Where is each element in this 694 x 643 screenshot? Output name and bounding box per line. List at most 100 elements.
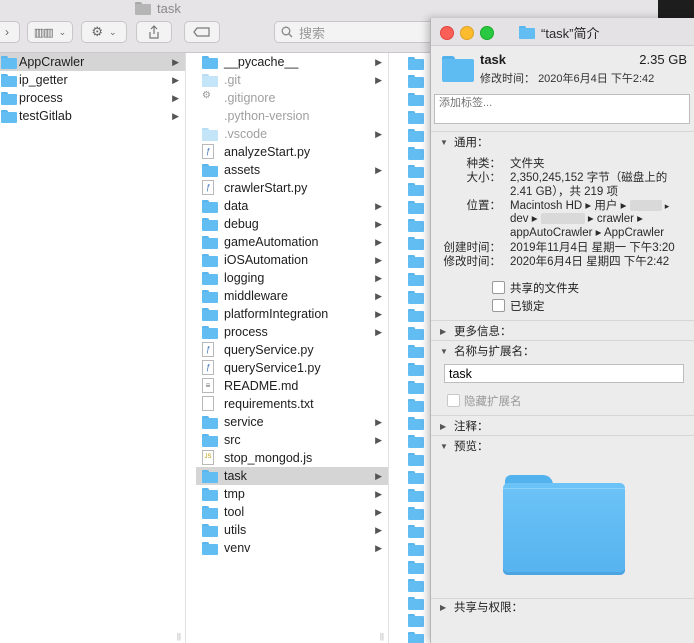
folder-row[interactable]: venv ▶ <box>196 539 388 557</box>
zoom-window-button[interactable] <box>480 26 494 40</box>
folder-icon <box>408 632 424 643</box>
folder-icon <box>408 525 424 538</box>
folder-row[interactable]: src ▶ <box>196 431 388 449</box>
redacted-username <box>629 200 662 212</box>
folder-icon <box>408 471 424 484</box>
file-row[interactable]: JS stop_mongod.js <box>196 449 388 467</box>
folder-icon <box>408 255 424 268</box>
folder-row[interactable]: service ▶ <box>196 413 388 431</box>
folder-row[interactable]: middleware ▶ <box>196 287 388 305</box>
folder-icon <box>408 273 424 286</box>
folder-row[interactable]: ip_getter ▶ <box>0 71 185 89</box>
folder-row[interactable]: __pycache__ ▶ <box>196 53 388 71</box>
folder-row[interactable]: .git ▶ <box>196 71 388 89</box>
row-label: logging <box>224 271 265 285</box>
row-label: crawlerStart.py <box>224 181 308 195</box>
folder-row[interactable]: process ▶ <box>196 323 388 341</box>
folder-row[interactable]: testGitlab ▶ <box>0 107 185 125</box>
name-ext-section-header[interactable]: ▼ 名称与扩展名： <box>440 343 535 359</box>
folder-icon <box>202 272 218 285</box>
folder-row[interactable]: utils ▶ <box>196 521 388 539</box>
more-info-section-header[interactable]: ▶ 更多信息： <box>440 323 512 339</box>
share-button[interactable] <box>136 21 172 43</box>
close-window-button[interactable] <box>440 26 454 40</box>
row-label: queryService1.py <box>224 361 321 375</box>
chevron-down-icon: ⌄ <box>58 26 67 37</box>
column-resize-handle[interactable]: || <box>380 632 384 641</box>
shared-folder-checkbox[interactable] <box>492 281 505 294</box>
disclosure-arrow-icon: ▶ <box>375 129 382 139</box>
tags-field[interactable] <box>434 94 690 124</box>
name-field[interactable] <box>444 364 684 383</box>
column-resize-handle[interactable]: || <box>177 632 181 641</box>
file-row[interactable]: ⚙ .gitignore <box>196 89 388 107</box>
item-name: task <box>480 52 507 67</box>
modified-value: 2020年6月4日 星期四 下午2:42 <box>510 256 670 268</box>
row-label: tool <box>224 505 245 519</box>
row-label: requirements.txt <box>224 397 314 411</box>
locked-checkbox[interactable] <box>492 299 505 312</box>
folder-icon <box>519 26 535 39</box>
folder-icon <box>408 363 424 376</box>
folder-icon <box>408 327 424 340</box>
file-row[interactable]: ƒ queryService.py <box>196 341 388 359</box>
tags-button[interactable] <box>184 21 220 43</box>
folder-icon <box>408 489 424 502</box>
minimize-window-button[interactable] <box>460 26 474 40</box>
folder-row[interactable]: process ▶ <box>0 89 185 107</box>
file-row[interactable]: ƒ crawlerStart.py <box>196 179 388 197</box>
folder-icon <box>408 219 424 232</box>
file-row[interactable]: ƒ queryService1.py <box>196 359 388 377</box>
view-options-button[interactable]: ▥▥ ⌄ <box>27 21 73 43</box>
info-title: “task”简介 <box>541 26 600 41</box>
file-row[interactable]: ≡ README.md <box>196 377 388 395</box>
disclosure-arrow-icon: ▶ <box>375 309 382 319</box>
name-ext-label: 名称与扩展名： <box>454 346 535 358</box>
folder-row[interactable]: gameAutomation ▶ <box>196 233 388 251</box>
sharing-section-header[interactable]: ▶ 共享与权限： <box>440 599 523 615</box>
folder-row[interactable]: tmp ▶ <box>196 485 388 503</box>
where-line2a: dev ▸ <box>510 213 538 225</box>
folder-icon <box>1 92 17 105</box>
disclosure-closed-icon: ▶ <box>440 421 447 431</box>
row-label: src <box>224 433 241 447</box>
preview-label: 预览： <box>454 441 489 453</box>
folder-row[interactable]: task ▶ <box>196 467 388 485</box>
row-label: middleware <box>224 289 288 303</box>
shared-folder-label: 共享的文件夹 <box>510 283 579 295</box>
disclosure-arrow-icon: ▶ <box>172 93 179 103</box>
folder-icon <box>202 470 218 483</box>
folder-row[interactable]: AppCrawler ▶ <box>0 53 185 71</box>
file-row[interactable]: ƒ analyzeStart.py <box>196 143 388 161</box>
size-label: 大小： <box>466 172 502 184</box>
folder-row[interactable]: .vscode ▶ <box>196 125 388 143</box>
hide-extension-label: 隐藏扩展名 <box>464 396 522 408</box>
preview-section-header[interactable]: ▼ 预览： <box>440 438 489 454</box>
folder-row[interactable]: platformIntegration ▶ <box>196 305 388 323</box>
file-row[interactable]: .python-version <box>196 107 388 125</box>
folder-row[interactable]: iOSAutomation ▶ <box>196 251 388 269</box>
disclosure-open-icon: ▼ <box>440 441 448 451</box>
search-input[interactable]: 搜索 <box>274 21 444 43</box>
folder-row[interactable]: assets ▶ <box>196 161 388 179</box>
folder-row[interactable]: logging ▶ <box>196 269 388 287</box>
folder-icon <box>408 57 424 70</box>
separator <box>431 320 694 321</box>
comments-section-header[interactable]: ▶ 注释： <box>440 418 489 434</box>
general-section-header[interactable]: ▼ 通用： <box>440 134 489 150</box>
preview-folder-icon <box>503 475 625 575</box>
file-row[interactable]: requirements.txt <box>196 395 388 413</box>
folder-row[interactable]: debug ▶ <box>196 215 388 233</box>
folder-icon <box>202 200 218 213</box>
separator <box>431 435 694 436</box>
folder-icon <box>202 254 218 267</box>
column-2: __pycache__ ▶ .git ▶ ⚙ .gitignore .python-vers… <box>196 53 389 643</box>
folder-row[interactable]: data ▶ <box>196 197 388 215</box>
folder-row[interactable]: tool ▶ <box>196 503 388 521</box>
hide-extension-checkbox[interactable] <box>447 394 460 407</box>
disclosure-arrow-icon: ▶ <box>375 417 382 427</box>
action-button[interactable]: ⚙ ⌄ <box>81 21 127 43</box>
folder-icon <box>408 597 424 610</box>
folder-icon <box>408 237 424 250</box>
forward-button[interactable]: › <box>0 21 20 43</box>
